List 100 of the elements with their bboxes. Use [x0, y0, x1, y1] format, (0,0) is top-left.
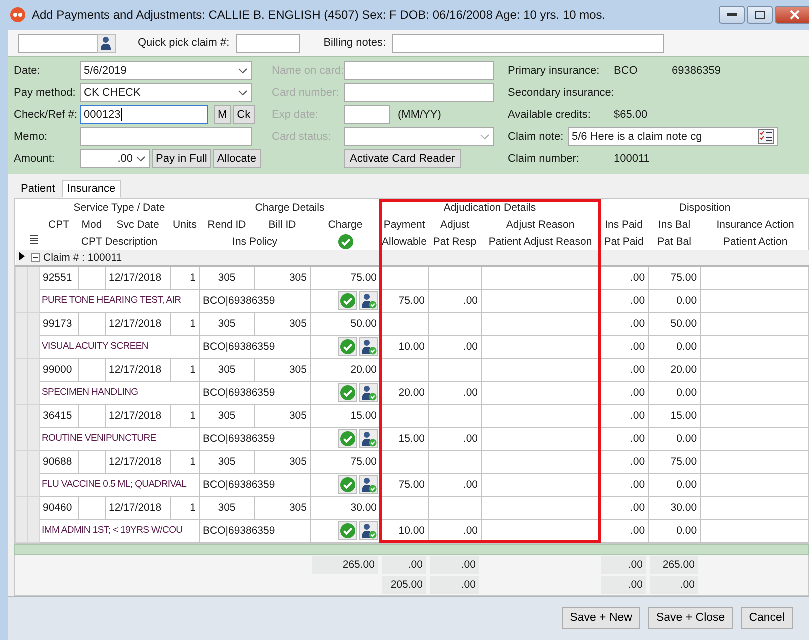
column-header: Ins Policy [232, 236, 278, 248]
table-cell: 0.00 [648, 519, 701, 542]
check-icon [338, 234, 354, 250]
table-cell [380, 404, 429, 427]
column-header: Mod [82, 218, 102, 230]
table-cell: 305 [254, 266, 310, 289]
table-cell: .00 [600, 473, 649, 496]
claim-group-label: Claim # : 100011 [44, 252, 122, 264]
collapse-icon[interactable] [30, 253, 40, 262]
column-header: CPT [48, 218, 70, 230]
info-value: 69386359 [672, 64, 722, 76]
input-field[interactable] [344, 105, 390, 124]
table-cell: 20.00 [380, 381, 429, 404]
table-cell: .00 [600, 450, 649, 473]
column-header: Svc Date [116, 218, 160, 230]
table-cell: 1 [170, 266, 200, 289]
table-cell: 90688 [40, 450, 78, 473]
dialog-button[interactable]: Cancel [741, 607, 793, 630]
table-cell: 305 [200, 266, 254, 289]
claim-note-field[interactable]: 5/6 Here is a claim note cg [568, 127, 778, 146]
input-field[interactable] [80, 127, 252, 146]
table-cell: BCO|69386359 [200, 473, 310, 496]
table-cell [428, 496, 482, 519]
patient-search-field[interactable] [18, 34, 98, 52]
column-group-header: Adjudication Details [444, 202, 536, 214]
table-cell: 0.00 [648, 381, 701, 404]
table-cell: 0.00 [648, 335, 701, 358]
table-cell: 99173 [40, 312, 78, 335]
maximize-button[interactable] [747, 6, 773, 24]
field-label: Quick pick claim #: [138, 37, 230, 49]
table-cell: .00 [428, 289, 482, 312]
activate-card-reader-button[interactable]: Activate Card Reader [344, 149, 462, 168]
table-cell: .00 [600, 381, 649, 404]
table-cell: 305 [200, 404, 254, 427]
check-icon [340, 338, 356, 354]
checklist-icon[interactable] [758, 129, 774, 144]
table-cell [78, 358, 106, 381]
column-header: Payment [384, 218, 426, 230]
input-field[interactable] [344, 83, 494, 102]
field-label: Memo: [14, 130, 49, 142]
small-button[interactable]: M [214, 105, 232, 124]
close-button[interactable] [775, 6, 809, 24]
tab[interactable]: Insurance [62, 180, 121, 198]
minimize-icon [727, 13, 737, 17]
quick-pick-field[interactable] [236, 34, 300, 52]
info-value: BCO [614, 64, 639, 76]
dialog-button[interactable]: Save + New [562, 607, 640, 630]
column-header: CPT Description [81, 236, 158, 248]
check-icon [340, 430, 356, 446]
total-value: 265.00 [312, 556, 378, 574]
table-cell: .00 [600, 427, 649, 450]
table-cell: 75.00 [380, 289, 429, 312]
table-cell: BCO|69386359 [200, 519, 310, 542]
dropdown-field[interactable]: CK CHECK [80, 83, 252, 102]
column-header: Units [173, 218, 197, 230]
column-chooser-icon[interactable] [30, 235, 38, 245]
amount-field[interactable]: .00 [80, 149, 150, 168]
column-group-header: Service Type / Date [74, 202, 166, 214]
info-value: 100011 [614, 152, 651, 164]
dropdown-caret-icon[interactable] [238, 68, 248, 74]
check-icon [340, 292, 356, 308]
dialog-button[interactable]: Save + Close [648, 607, 734, 630]
table-cell [428, 404, 482, 427]
table-cell: VISUAL ACUITY SCREEN [40, 335, 200, 358]
table-cell: 305 [254, 358, 310, 381]
table-cell: 305 [200, 496, 254, 519]
table-cell: PURE TONE HEARING TEST, AIR [40, 289, 200, 312]
column-header: Patient Adjust Reason [488, 236, 592, 248]
table-cell: 0.00 [648, 473, 701, 496]
table-cell: 305 [254, 404, 310, 427]
table-cell: 12/17/2018 [106, 266, 170, 289]
column-header: Patient Action [723, 236, 788, 248]
input-field[interactable]: 000123 [80, 105, 208, 124]
total-value: 205.00 [382, 576, 426, 594]
small-button[interactable]: Ck [233, 105, 255, 124]
dropdown-caret-icon[interactable] [136, 156, 146, 162]
table-cell: 30.00 [648, 496, 701, 519]
dropdown-caret-icon[interactable] [238, 90, 248, 96]
table-cell [428, 450, 482, 473]
column-header: Allowable [382, 236, 427, 248]
table-cell: 20.00 [648, 358, 701, 381]
window-title: Add Payments and Adjustments: CALLIE B. ENGLISH (4507) Sex: F DOB: 06/16/2008 Age: 10 yrs. 10 mos. [32, 8, 607, 22]
column-header: Insurance Action [716, 218, 794, 230]
billing-notes-field[interactable] [392, 34, 664, 52]
table-cell: 92551 [40, 266, 78, 289]
table-cell: .00 [600, 519, 649, 542]
dropdown-field[interactable] [344, 127, 494, 146]
table-cell: 12/17/2018 [106, 450, 170, 473]
tab[interactable]: Patient [16, 180, 60, 198]
info-label: Claim number: [508, 152, 581, 164]
total-value: 265.00 [650, 556, 698, 574]
column-header: Pat Paid [604, 236, 644, 248]
input-field[interactable] [344, 61, 494, 80]
table-cell: 305 [254, 312, 310, 335]
patient-lookup-button[interactable] [97, 34, 116, 52]
minimize-button[interactable] [719, 6, 745, 24]
action-button[interactable]: Allocate [213, 149, 260, 168]
table-cell: .00 [428, 427, 482, 450]
action-button[interactable]: Pay in Full [152, 149, 212, 168]
dropdown-field[interactable]: 5/6/2019 [80, 61, 252, 80]
